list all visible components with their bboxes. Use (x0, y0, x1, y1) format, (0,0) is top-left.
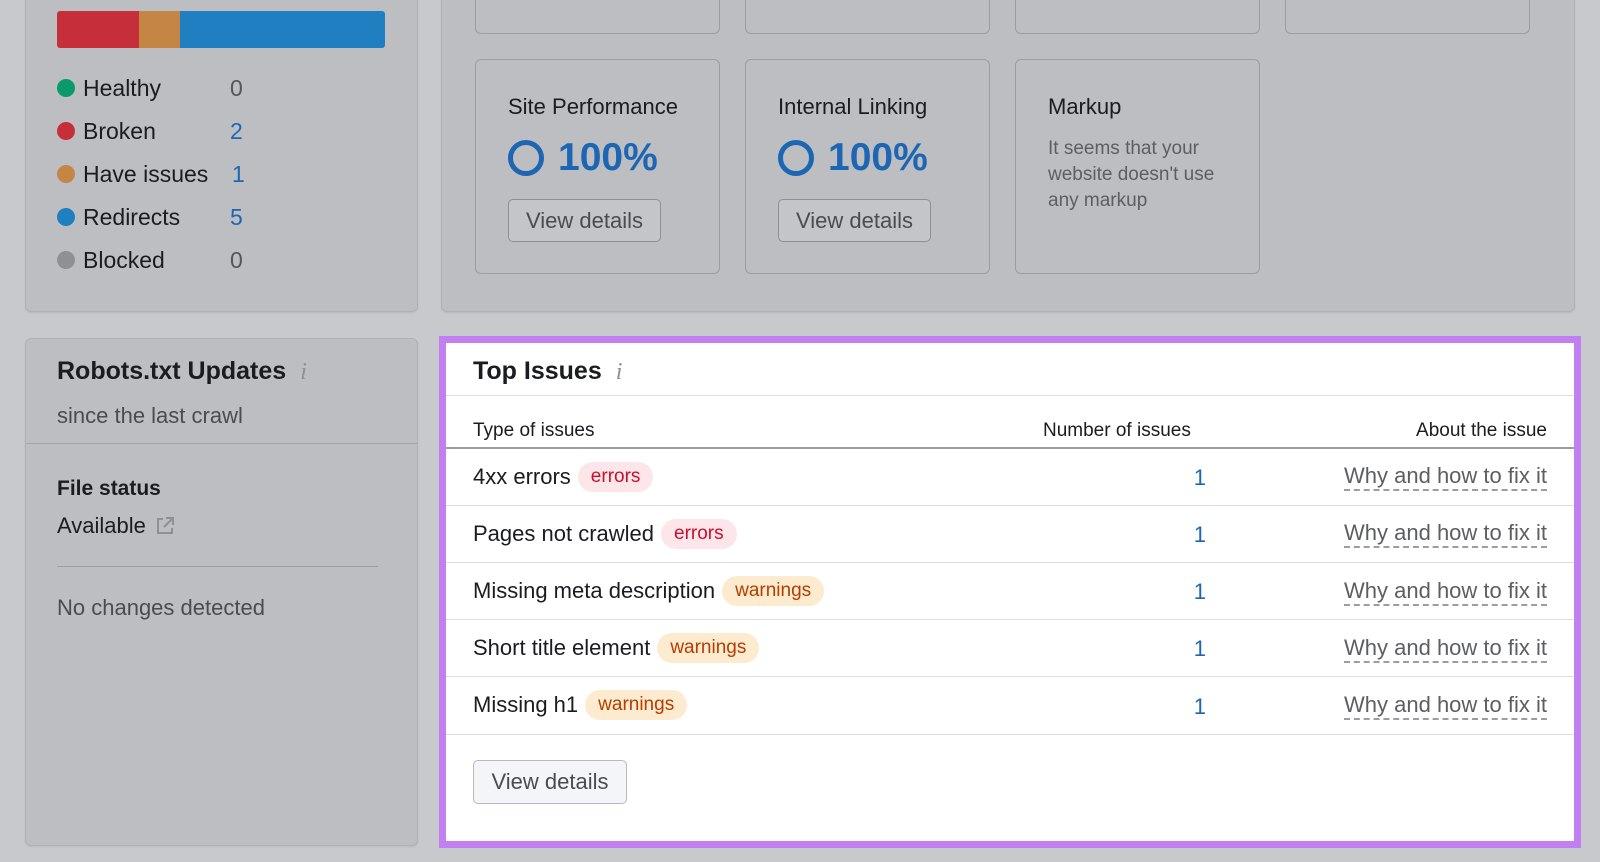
crawled-pages-card: Healthy 0 Broken 2 Have issues 1 Redirec… (25, 0, 418, 312)
status-label: Redirects (83, 203, 181, 230)
divider (446, 734, 1574, 735)
column-header-type: Type of issues (473, 420, 595, 441)
markup-card: Markup It seems that your website doesn'… (1015, 59, 1260, 274)
issue-name[interactable]: Short title element warnings (473, 633, 760, 663)
have-issues-dot-icon (57, 165, 75, 183)
why-how-fix-link[interactable]: Why and how to fix it (1344, 463, 1547, 491)
warnings-badge: warnings (722, 576, 825, 606)
issue-count[interactable]: 1 (1166, 579, 1206, 605)
errors-badge: errors (577, 462, 654, 492)
no-changes-text: No changes detected (57, 595, 265, 620)
blocked-dot-icon (57, 251, 75, 269)
errors-badge: errors (661, 519, 737, 549)
site-performance-value: 100% (558, 136, 658, 179)
issue-label[interactable]: Missing h1 (473, 692, 578, 718)
thematic-reports-card: Site Performance 100% View details Inter… (441, 0, 1575, 312)
status-label: Have issues (83, 160, 209, 187)
status-row-broken: Broken (57, 116, 156, 146)
issue-count[interactable]: 1 (1166, 522, 1206, 548)
top-issues-view-details-button[interactable]: View details (473, 760, 627, 804)
divider (446, 676, 1574, 677)
progress-ring-icon (508, 140, 544, 176)
healthy-dot-icon (57, 79, 75, 97)
issue-name[interactable]: Missing h1 warnings (473, 690, 688, 720)
issue-label[interactable]: 4xx errors (473, 464, 571, 490)
broken-dot-icon (57, 122, 75, 140)
warnings-badge: warnings (657, 633, 760, 663)
divider (26, 443, 417, 444)
thematic-card-top-4[interactable] (1285, 0, 1530, 34)
issue-name[interactable]: 4xx errors errors (473, 462, 654, 492)
divider (446, 562, 1574, 563)
info-icon[interactable]: i (300, 359, 307, 386)
status-row-blocked: Blocked (57, 245, 165, 275)
external-link-icon[interactable] (154, 515, 176, 537)
thematic-card-top-1[interactable] (475, 0, 720, 34)
internal-linking-score: 100% (778, 136, 928, 180)
status-count-blocked: 0 (230, 247, 243, 273)
site-performance-card: Site Performance 100% View details (475, 59, 720, 274)
issue-name[interactable]: Pages not crawled errors (473, 519, 737, 549)
issue-label[interactable]: Missing meta description (473, 578, 715, 604)
status-label: Blocked (83, 246, 165, 273)
divider (446, 619, 1574, 620)
why-how-fix-link[interactable]: Why and how to fix it (1344, 635, 1547, 663)
divider (446, 395, 1574, 396)
why-how-fix-link[interactable]: Why and how to fix it (1344, 692, 1547, 720)
site-performance-title: Site Performance (508, 94, 678, 119)
divider (57, 566, 378, 567)
status-bar-redirects[interactable] (180, 11, 385, 48)
status-count-healthy: 0 (230, 75, 243, 101)
site-performance-score: 100% (508, 136, 658, 180)
robots-txt-card: Robots.txt Updates i since the last craw… (25, 338, 418, 846)
why-how-fix-link[interactable]: Why and how to fix it (1344, 578, 1547, 606)
column-header-number[interactable]: Number of issues (1043, 420, 1191, 442)
file-status-label: File status (57, 477, 161, 500)
divider (446, 505, 1574, 506)
top-issues-panel: Top Issues i Type of issues Number of is… (439, 336, 1581, 848)
issue-name[interactable]: Missing meta description warnings (473, 576, 825, 606)
status-distribution-bar (57, 11, 385, 48)
robots-title: Robots.txt Updates (57, 357, 287, 385)
status-label: Broken (83, 117, 156, 144)
robots-subtitle: since the last crawl (57, 403, 243, 428)
internal-linking-value: 100% (828, 136, 928, 179)
why-how-fix-link[interactable]: Why and how to fix it (1344, 520, 1547, 548)
internal-linking-view-details-button[interactable]: View details (778, 199, 931, 242)
issue-count[interactable]: 1 (1166, 694, 1206, 720)
redirects-dot-icon (57, 208, 75, 226)
status-bar-broken[interactable] (57, 11, 139, 48)
robots-header: Robots.txt Updates i (57, 357, 307, 386)
markup-description: It seems that your website doesn't use a… (1048, 138, 1215, 211)
info-icon[interactable]: i (616, 359, 623, 386)
file-status-link[interactable]: Available (57, 513, 176, 539)
issue-count[interactable]: 1 (1166, 636, 1206, 662)
issue-label[interactable]: Short title element (473, 635, 650, 661)
thematic-card-top-3[interactable] (1015, 0, 1260, 34)
progress-ring-icon (778, 140, 814, 176)
internal-linking-title: Internal Linking (778, 94, 928, 119)
status-row-healthy: Healthy (57, 73, 161, 103)
site-performance-view-details-button[interactable]: View details (508, 199, 661, 242)
status-row-redirects: Redirects (57, 202, 180, 232)
status-count-have-issues[interactable]: 1 (232, 161, 245, 188)
status-count-redirects[interactable]: 5 (230, 204, 243, 231)
markup-title: Markup (1048, 94, 1122, 119)
top-issues-title: Top Issues (473, 357, 602, 385)
column-header-about: About the issue (1416, 420, 1547, 441)
status-count-broken[interactable]: 2 (230, 118, 243, 145)
thematic-card-top-2[interactable] (745, 0, 990, 34)
table-header-divider (446, 447, 1574, 449)
status-bar-have-issues[interactable] (139, 11, 180, 48)
status-row-have-issues: Have issues (57, 159, 208, 189)
status-label: Healthy (83, 74, 161, 101)
internal-linking-card: Internal Linking 100% View details (745, 59, 990, 274)
warnings-badge: warnings (585, 690, 688, 720)
file-status-value[interactable]: Available (57, 513, 146, 539)
top-issues-header: Top Issues i (473, 357, 622, 386)
issue-count[interactable]: 1 (1166, 465, 1206, 491)
issue-label[interactable]: Pages not crawled (473, 521, 654, 547)
